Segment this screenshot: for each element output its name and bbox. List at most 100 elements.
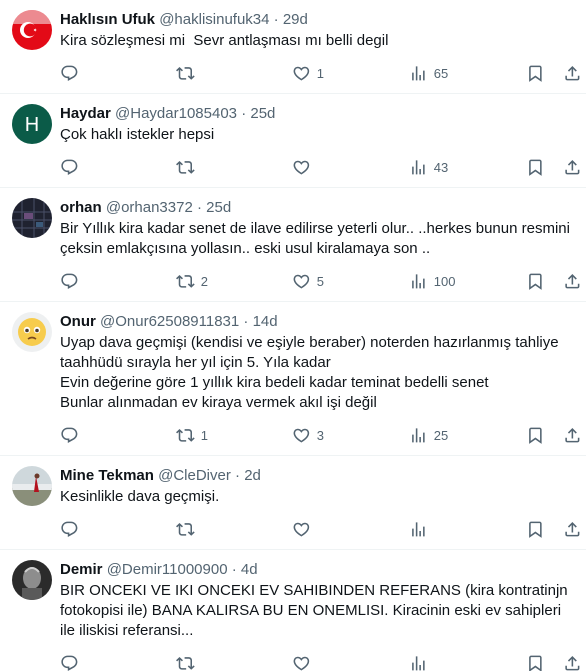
views-button[interactable]: 100 <box>409 263 455 299</box>
bookmark-icon <box>526 654 545 671</box>
reply-button[interactable] <box>60 149 79 185</box>
svg-text:H: H <box>25 114 39 136</box>
share-icon <box>563 158 582 177</box>
tweet[interactable]: Haklısın Ufuk @haklisinufuk34 · 29d Kira … <box>0 0 586 94</box>
like-button[interactable]: 5 <box>292 263 324 299</box>
reply-icon <box>60 272 79 291</box>
timestamp[interactable]: 25d <box>250 105 275 122</box>
bookmark-button[interactable] <box>526 645 545 671</box>
retweet-icon <box>176 272 195 291</box>
username[interactable]: @Demir11000900 <box>107 561 228 578</box>
views-count: 65 <box>433 65 449 81</box>
retweet-button[interactable] <box>176 511 195 547</box>
retweet-button[interactable]: 2 <box>176 263 208 299</box>
like-icon <box>292 654 311 671</box>
tweet-text: Uyap dava geçmişi (kendisi ve eşiyle ber… <box>60 334 559 411</box>
like-button[interactable]: 1 <box>292 55 324 91</box>
share-button[interactable] <box>563 263 582 299</box>
views-icon <box>409 426 428 445</box>
avatar[interactable] <box>12 560 52 600</box>
avatar[interactable] <box>12 312 52 352</box>
views-button[interactable]: 65 <box>409 55 448 91</box>
retweet-button[interactable] <box>176 149 195 185</box>
reply-button[interactable] <box>60 263 79 299</box>
reply-icon <box>60 64 79 83</box>
views-button[interactable]: 25 <box>409 417 448 453</box>
display-name[interactable]: Mine Tekman <box>60 467 154 484</box>
retweet-button[interactable]: 1 <box>176 417 208 453</box>
reply-icon <box>60 426 79 445</box>
bookmark-button[interactable] <box>526 417 545 453</box>
retweet-button[interactable] <box>176 55 195 91</box>
reply-button[interactable] <box>60 55 79 91</box>
share-icon <box>563 64 582 83</box>
bookmark-button[interactable] <box>526 149 545 185</box>
reply-icon <box>60 654 79 671</box>
username[interactable]: @haklisinufuk34 <box>159 11 269 28</box>
username[interactable]: @Haydar1085403 <box>115 105 237 122</box>
bookmark-icon <box>526 64 545 83</box>
share-button[interactable] <box>563 417 582 453</box>
views-button[interactable]: 43 <box>409 149 448 185</box>
tweet-text: Çok haklı istekler hepsi <box>60 126 215 143</box>
avatar[interactable]: H <box>12 104 52 144</box>
display-name[interactable]: Onur <box>60 313 96 330</box>
tweet[interactable]: H Haydar @Haydar1085403 · 25d Çok haklı is… <box>0 94 586 188</box>
avatar[interactable] <box>12 466 52 506</box>
timestamp[interactable]: 2d <box>244 467 261 484</box>
tweet-header: Haklısın Ufuk @haklisinufuk34 · 29d <box>60 10 572 30</box>
reply-button[interactable] <box>60 645 79 671</box>
bookmark-button[interactable] <box>526 55 545 91</box>
separator-dot: · <box>241 105 247 122</box>
display-name[interactable]: orhan <box>60 199 102 216</box>
username[interactable]: @CleDiver <box>158 467 231 484</box>
tweet-header: orhan @orhan3372 · 25d <box>60 198 572 218</box>
like-button[interactable] <box>292 511 311 547</box>
like-button[interactable] <box>292 645 311 671</box>
username[interactable]: @Onur62508911831 <box>100 313 239 330</box>
bookmark-button[interactable] <box>526 263 545 299</box>
like-button[interactable]: 3 <box>292 417 324 453</box>
share-button[interactable] <box>563 149 582 185</box>
timestamp[interactable]: 14d <box>253 313 278 330</box>
bookmark-icon <box>526 158 545 177</box>
tweet[interactable]: Onur @Onur62508911831 · 14d Uyap dava geç… <box>0 302 586 456</box>
reply-button[interactable] <box>60 417 79 453</box>
reply-button[interactable] <box>60 511 79 547</box>
reply-feed: Haklısın Ufuk @haklisinufuk34 · 29d Kira … <box>0 0 586 671</box>
views-button[interactable] <box>409 511 428 547</box>
retweet-count: 1 <box>200 427 208 443</box>
bookmark-button[interactable] <box>526 511 545 547</box>
like-count: 1 <box>316 65 324 81</box>
views-icon <box>409 64 428 83</box>
tweet-text: BIR ONCEKI VE IKI ONCEKI EV SAHIBINDEN R… <box>60 582 572 639</box>
tweet[interactable]: Demir @Demir11000900 · 4d BIR ONCEKI VE I… <box>0 550 586 671</box>
like-button[interactable] <box>292 149 311 185</box>
tweet[interactable]: Mine Tekman @CleDiver · 2d Kesinlikle dav… <box>0 456 586 550</box>
tweet-actions: 2 5 100 <box>60 263 572 299</box>
tweet[interactable]: orhan @orhan3372 · 25d Bir Yıllık kira ka… <box>0 188 586 302</box>
avatar[interactable] <box>12 10 52 50</box>
display-name[interactable]: Haydar <box>60 105 111 122</box>
timestamp[interactable]: 29d <box>283 11 308 28</box>
views-count: 25 <box>433 427 449 443</box>
share-button[interactable] <box>563 55 582 91</box>
share-button[interactable] <box>563 645 582 671</box>
tweet-actions <box>60 511 572 547</box>
like-icon <box>292 520 311 539</box>
display-name[interactable]: Demir <box>60 561 103 578</box>
display-name[interactable]: Haklısın Ufuk <box>60 11 155 28</box>
share-icon <box>563 520 582 539</box>
share-button[interactable] <box>563 511 582 547</box>
retweet-button[interactable] <box>176 645 195 671</box>
timestamp[interactable]: 4d <box>241 561 258 578</box>
tweet-text: Bir Yıllık kira kadar senet de ilave edi… <box>60 220 575 257</box>
tweet-header: Onur @Onur62508911831 · 14d <box>60 312 572 332</box>
share-icon <box>563 272 582 291</box>
views-count: 43 <box>433 159 449 175</box>
username[interactable]: @orhan3372 <box>106 199 193 216</box>
views-button[interactable] <box>409 645 428 671</box>
timestamp[interactable]: 25d <box>206 199 231 216</box>
avatar[interactable] <box>12 198 52 238</box>
separator-dot: · <box>243 313 249 330</box>
